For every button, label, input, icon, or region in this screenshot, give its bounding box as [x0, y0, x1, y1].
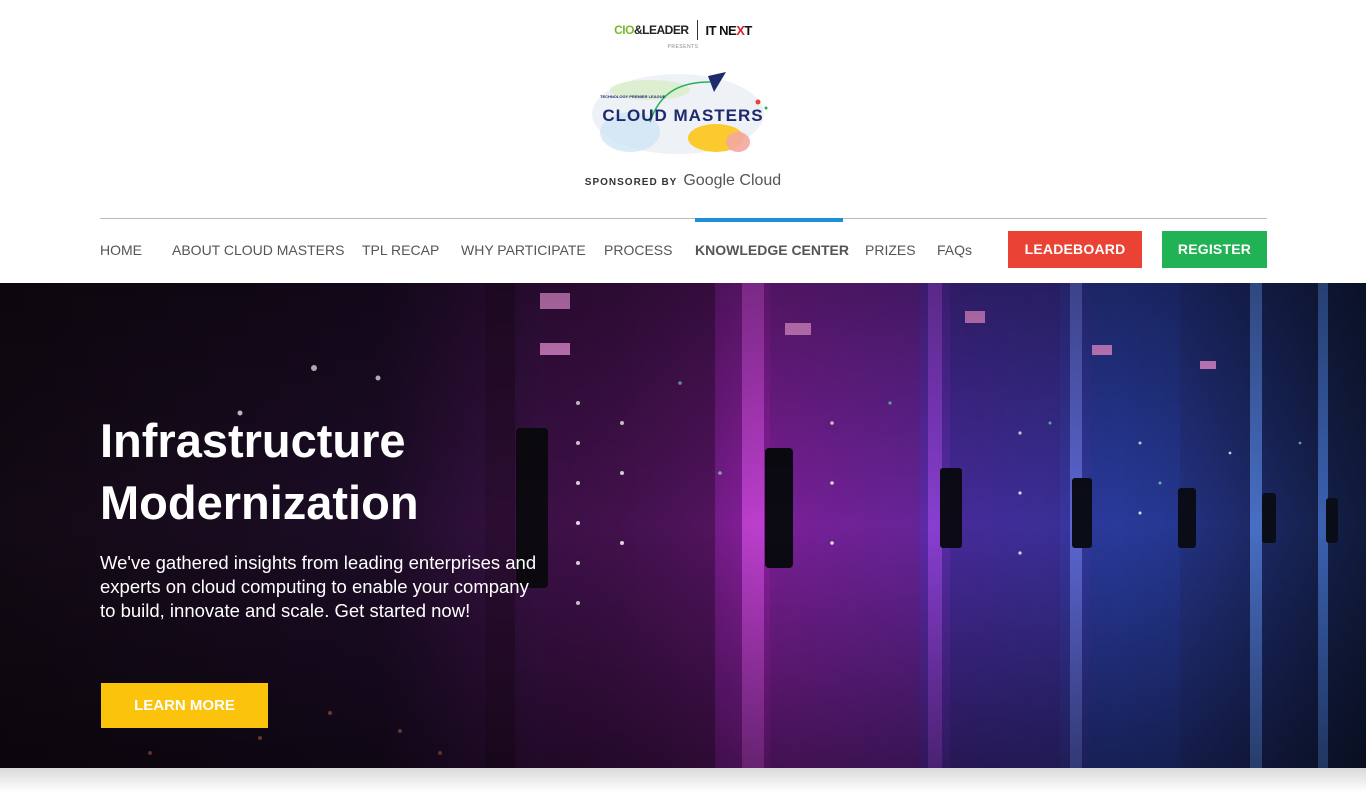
- hero-shadow: [0, 768, 1366, 792]
- itnext-logo-t: T: [744, 22, 752, 38]
- presents-label: PRESENTS: [667, 44, 699, 50]
- hero-title: Infrastructure Modernization: [100, 410, 660, 534]
- cloud-masters-logo[interactable]: TECHNOLOGY PREMIER LEAGUE CLOUD MASTERS: [590, 62, 776, 162]
- nav-about-cloud-masters[interactable]: ABOUT CLOUD MASTERS: [172, 218, 344, 282]
- main-nav: HOME ABOUT CLOUD MASTERS TPL RECAP WHY P…: [100, 218, 1267, 282]
- hero-banner: Infrastructure Modernization We've gathe…: [0, 283, 1366, 768]
- leader-logo-part: &LEADER: [633, 23, 689, 37]
- logo-divider: [696, 20, 698, 40]
- brand-header: CIO&LEADER IT NEXT PRESENTS: [0, 20, 1366, 50]
- hero-title-line-1: Infrastructure: [100, 414, 406, 467]
- leaderboard-button[interactable]: LEADEBOARD: [1008, 231, 1142, 268]
- itnext-logo-part: IT NE: [705, 22, 737, 38]
- google-cloud-logo[interactable]: Google Cloud: [683, 172, 781, 190]
- itnext-logo: IT NEXT: [705, 22, 753, 38]
- logo-title: CLOUD MASTERS: [602, 106, 763, 125]
- nav-tpl-recap[interactable]: TPL RECAP: [362, 218, 439, 282]
- register-button[interactable]: REGISTER: [1162, 231, 1267, 268]
- sponsored-by-label: SPONSORED BY: [584, 177, 678, 188]
- partner-logos: CIO&LEADER IT NEXT: [0, 20, 1366, 40]
- nav-home[interactable]: HOME: [100, 218, 142, 282]
- nav-why-participate[interactable]: WHY PARTICIPATE: [461, 218, 586, 282]
- hero-description: We've gathered insights from leading ent…: [100, 552, 537, 621]
- sponsor-line: SPONSORED BY Google Cloud: [0, 172, 1366, 190]
- logo-tagline: TECHNOLOGY PREMIER LEAGUE: [600, 94, 666, 99]
- nav-process[interactable]: PROCESS: [604, 218, 672, 282]
- hero-title-line-2: Modernization: [100, 476, 419, 529]
- learn-more-button[interactable]: LEARN MORE: [101, 683, 268, 728]
- cio-leader-logo: CIO&LEADER: [614, 23, 689, 37]
- cio-logo-part: CIO: [614, 23, 634, 37]
- nav-knowledge-center[interactable]: KNOWLEDGE CENTER: [695, 218, 849, 282]
- nav-prizes[interactable]: PRIZES: [865, 218, 916, 282]
- nav-faqs[interactable]: FAQs: [937, 218, 972, 282]
